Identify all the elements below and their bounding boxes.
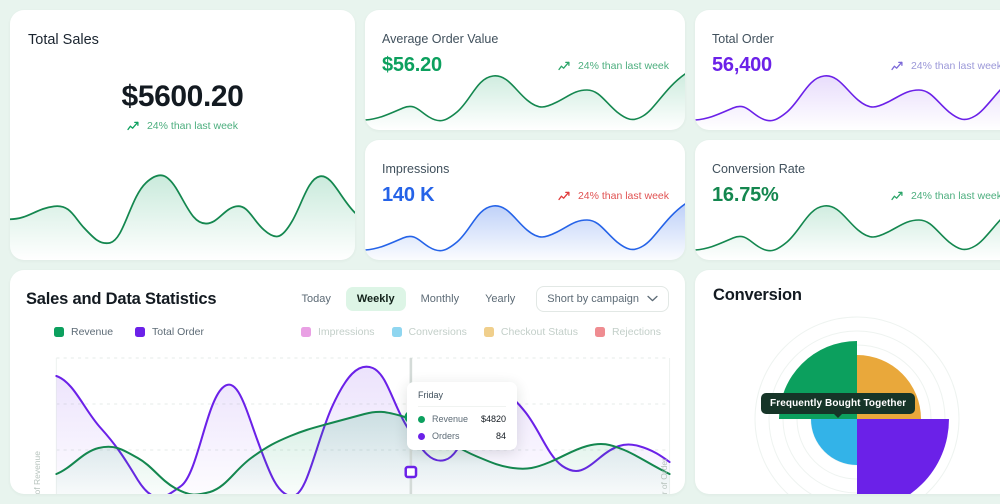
chart-tooltip-row-revenue: Revenue $4820	[418, 414, 506, 424]
conversion-rose-chart[interactable]: Frequently Bought Together	[695, 309, 1000, 494]
chart-tooltip-row-orders: Orders 84	[418, 431, 506, 441]
orders-dot-icon	[418, 432, 425, 440]
card-conversion-rate: Conversion Rate 16.75% 24% than last wee…	[695, 140, 1000, 260]
conversion-rate-sparkline	[695, 205, 1000, 260]
trend-up-icon	[127, 121, 140, 131]
card-impressions: Impressions 140 K 24% than last week	[365, 140, 685, 260]
card-total-order: Total Order 56,400 24% than last week	[695, 10, 1000, 130]
total-sales-delta: 24% than last week	[10, 120, 355, 132]
impressions-title: Impressions	[382, 162, 450, 176]
chart-axis-left-label: of Revenue	[32, 450, 42, 494]
chart-tooltip-title: Friday	[418, 390, 507, 407]
statistics-chart-svg	[55, 357, 671, 494]
sort-by-campaign-select[interactable]: Short by campaign	[536, 286, 669, 312]
legend-item-total-order[interactable]: Total Order	[135, 326, 204, 338]
chart-marker-orders	[404, 465, 418, 479]
chart-tooltip-row-name: Orders	[432, 431, 460, 441]
rose-slice-total-order[interactable]	[857, 419, 949, 494]
legend-swatch-icon	[300, 327, 311, 337]
legend-swatch-icon	[483, 327, 494, 337]
conversion-tooltip: Frequently Bought Together	[761, 393, 916, 418]
legend-item-impressions[interactable]: Impressions	[300, 326, 375, 338]
tab-yearly[interactable]: Yearly	[474, 287, 526, 311]
tab-weekly[interactable]: Weekly	[345, 287, 406, 311]
chart-tooltip-row-value: $4820	[481, 414, 507, 424]
impressions-sparkline	[365, 203, 685, 260]
statistics-header: Sales and Data Statistics Today Weekly M…	[10, 270, 685, 312]
chart-tooltip-row-name: Revenue	[432, 414, 469, 424]
aov-title: Average Order Value	[382, 32, 499, 46]
statistics-legend: Revenue Total Order Impressions Conversi…	[10, 312, 685, 338]
legend-item-revenue[interactable]: Revenue	[54, 326, 113, 338]
legend-label: Impressions	[317, 326, 375, 338]
legend-label: Total Order	[152, 326, 204, 338]
dashboard-root: Total Sales $5600.20 24% than last week …	[0, 0, 1000, 504]
legend-swatch-icon	[594, 327, 605, 337]
legend-swatch-icon	[391, 327, 402, 337]
legend-swatch-icon	[135, 327, 146, 337]
tab-monthly[interactable]: Monthly	[410, 287, 471, 311]
conversion-rate-title: Conversion Rate	[712, 162, 806, 176]
card-conversion: Conversion Frequently Bought Together	[695, 270, 1000, 494]
legend-item-rejections[interactable]: Rejections	[594, 326, 661, 338]
aov-sparkline	[365, 73, 685, 130]
card-sales-data-statistics: Sales and Data Statistics Today Weekly M…	[10, 270, 685, 494]
statistics-tabs: Today Weekly Monthly Yearly Short by cam…	[291, 286, 669, 312]
card-average-order-value: Average Order Value $56.20 24% than last…	[365, 10, 685, 130]
legend-label: Checkout Status	[500, 326, 578, 338]
chart-tooltip: Friday Revenue $4820 Orders 84	[407, 382, 518, 450]
series-revenue-area	[56, 411, 670, 494]
legend-label: Conversions	[408, 326, 467, 338]
legend-primary: Revenue Total Order	[54, 326, 204, 338]
tab-today[interactable]: Today	[291, 287, 342, 311]
card-total-sales: Total Sales $5600.20 24% than last week	[10, 10, 355, 260]
total-order-title: Total Order	[712, 32, 774, 46]
legend-item-conversions[interactable]: Conversions	[391, 326, 467, 338]
conversion-title: Conversion	[713, 286, 802, 304]
chevron-down-icon	[647, 293, 658, 305]
total-sales-value: $5600.20	[121, 80, 244, 113]
total-sales-title: Total Sales	[28, 32, 99, 48]
total-sales-delta-label: 24% than last week	[146, 120, 239, 132]
legend-swatch-icon	[54, 327, 64, 337]
chart-tooltip-row-value: 84	[496, 431, 507, 441]
chart-axis-right-label: r of Order	[659, 457, 669, 494]
legend-item-checkout-status[interactable]: Checkout Status	[483, 326, 578, 338]
statistics-title: Sales and Data Statistics	[26, 289, 217, 308]
legend-secondary: Impressions Conversions Checkout Status …	[300, 326, 669, 338]
legend-label: Revenue	[71, 326, 114, 338]
legend-label: Rejections	[611, 326, 661, 338]
statistics-chart[interactable]: of Revenue r of Order Friday Revenue $48…	[10, 346, 685, 494]
revenue-dot-icon	[418, 415, 425, 423]
total-sales-sparkline	[10, 174, 355, 260]
total-order-sparkline	[695, 75, 1000, 130]
sort-select-value: Short by campaign	[547, 293, 639, 305]
rose-slice-conversions[interactable]	[811, 419, 857, 465]
